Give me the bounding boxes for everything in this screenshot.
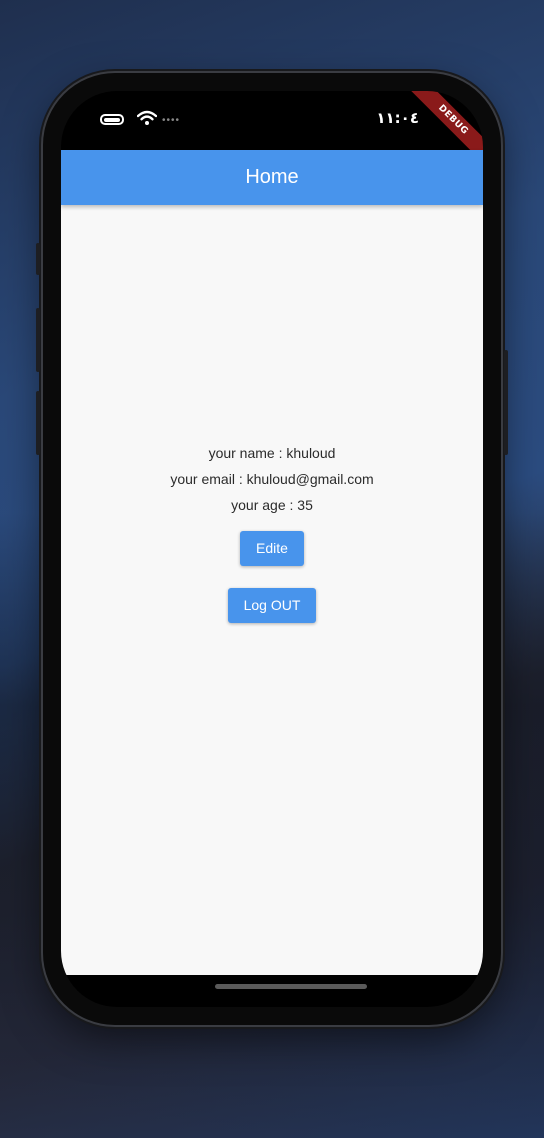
status-bar: •••• ١١:٠٤ DEBUG bbox=[61, 91, 483, 169]
mute-switch bbox=[36, 243, 40, 275]
volume-up-button bbox=[36, 308, 40, 372]
logout-button[interactable]: Log OUT bbox=[227, 588, 317, 623]
home-indicator[interactable] bbox=[215, 984, 367, 989]
power-button bbox=[504, 350, 508, 455]
battery-icon bbox=[100, 114, 124, 125]
age-text: your age : 35 bbox=[231, 497, 313, 513]
name-text: your name : khuloud bbox=[208, 445, 336, 461]
volume-down-button bbox=[36, 391, 40, 455]
page-title: Home bbox=[245, 166, 299, 188]
app-bar: Home bbox=[61, 150, 483, 205]
wifi-icon bbox=[137, 110, 157, 125]
signal-dots-icon: •••• bbox=[162, 115, 181, 126]
phone-screen: •••• ١١:٠٤ DEBUG Home your name : khulou… bbox=[61, 91, 483, 1007]
edit-button[interactable]: Edite bbox=[240, 531, 304, 566]
phone-frame: •••• ١١:٠٤ DEBUG Home your name : khulou… bbox=[36, 73, 508, 1025]
profile-section: your name : khuloud your email : khuloud… bbox=[61, 440, 483, 623]
app-body: Home your name : khuloud your email : kh… bbox=[61, 150, 483, 975]
email-text: your email : khuloud@gmail.com bbox=[170, 471, 374, 487]
status-time: ١١:٠٤ bbox=[376, 109, 419, 127]
